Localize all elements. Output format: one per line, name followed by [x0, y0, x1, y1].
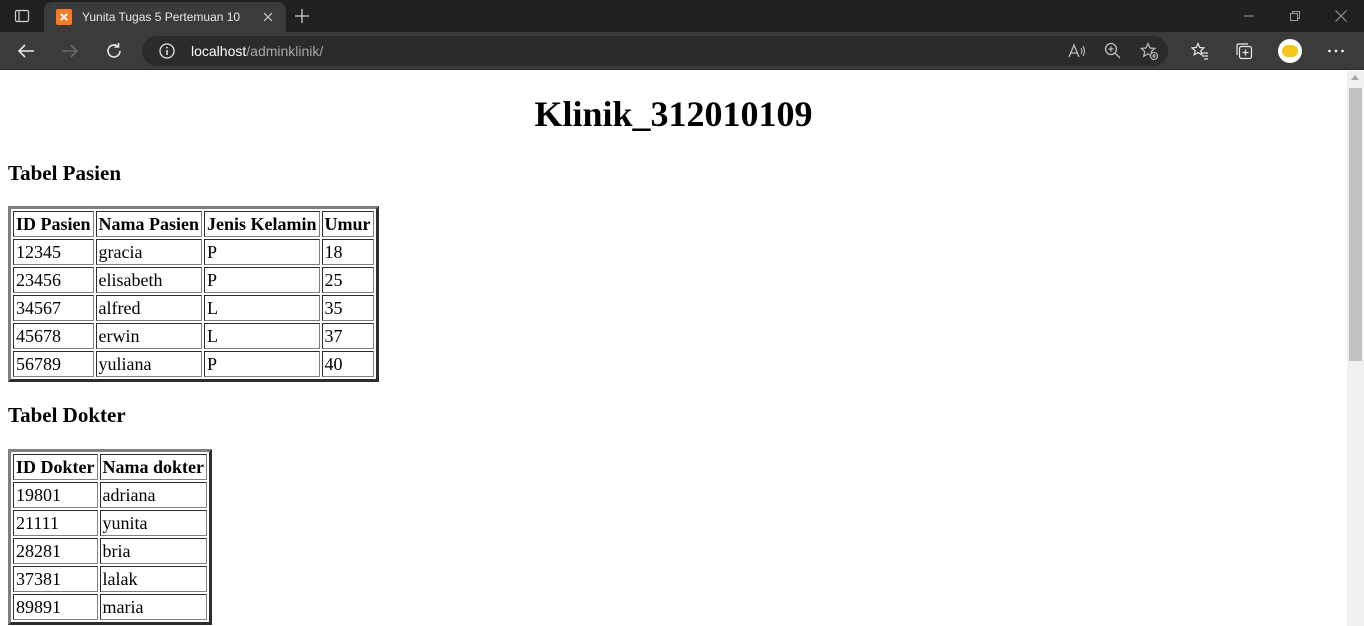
dokter-heading: Tabel Dokter — [8, 403, 126, 427]
page-title: Klinik_312010109 — [534, 94, 813, 134]
collections-icon[interactable] — [1233, 40, 1255, 62]
table-cell: 56789 — [13, 351, 94, 377]
table-row: 89891 maria — [13, 594, 207, 620]
table-header-row: ID Pasien Nama Pasien Jenis Kelamin Umur — [13, 211, 374, 237]
column-header: Nama Pasien — [95, 211, 203, 237]
more-options-icon[interactable] — [1325, 40, 1347, 62]
table-cell: L — [204, 295, 320, 321]
table-cell: yunita — [99, 510, 207, 536]
column-header: ID Dokter — [13, 454, 98, 480]
page-viewport: Klinik_312010109 Tabel Pasien ID Pasien … — [0, 71, 1347, 626]
table-cell: P — [204, 267, 320, 293]
column-header: ID Pasien — [13, 211, 94, 237]
table-row: 23456 elisabeth P 25 — [13, 267, 374, 293]
site-info-icon[interactable] — [158, 42, 176, 60]
url-path: /adminklinik/ — [246, 43, 324, 59]
table-cell: 34567 — [13, 295, 94, 321]
table-cell: lalak — [99, 566, 207, 592]
url-text[interactable]: localhost/adminklinik/ — [191, 43, 323, 59]
restore-icon[interactable] — [1272, 4, 1318, 28]
forward-icon[interactable] — [55, 36, 85, 66]
table-row: 12345 gracia P 18 — [13, 239, 374, 265]
table-cell: 25 — [321, 267, 374, 293]
favorites-icon[interactable] — [1189, 40, 1211, 62]
table-cell: 35 — [321, 295, 374, 321]
table-cell: 19801 — [13, 482, 98, 508]
minimize-icon[interactable] — [1226, 4, 1272, 28]
table-cell: maria — [99, 594, 207, 620]
table-cell: 21111 — [13, 510, 98, 536]
column-header: Jenis Kelamin — [204, 211, 320, 237]
table-cell: erwin — [95, 323, 203, 349]
new-tab-icon[interactable] — [292, 6, 312, 26]
url-host: localhost — [191, 43, 247, 59]
table-cell: 23456 — [13, 267, 94, 293]
table-cell: elisabeth — [95, 267, 203, 293]
tab-strip: Yunita Tugas 5 Pertemuan 10 — [0, 0, 1364, 32]
table-cell: 45678 — [13, 323, 94, 349]
close-window-icon[interactable] — [1318, 4, 1364, 28]
table-row: 34567 alfred L 35 — [13, 295, 374, 321]
table-cell: 37 — [321, 323, 374, 349]
scroll-thumb[interactable] — [1349, 88, 1362, 361]
table-cell: 12345 — [13, 239, 94, 265]
refresh-icon[interactable] — [99, 36, 129, 66]
table-row: 21111 yunita — [13, 510, 207, 536]
back-icon[interactable] — [11, 36, 41, 66]
table-cell: adriana — [99, 482, 207, 508]
pasien-heading: Tabel Pasien — [8, 161, 121, 185]
profile-badge-icon — [1282, 45, 1298, 57]
column-header: Nama dokter — [99, 454, 207, 480]
read-aloud-icon[interactable] — [1067, 41, 1087, 61]
pasien-table: ID Pasien Nama Pasien Jenis Kelamin Umur… — [8, 206, 379, 382]
table-cell: P — [204, 239, 320, 265]
tab-close-icon[interactable] — [260, 9, 276, 25]
xampp-favicon-icon — [56, 9, 72, 25]
table-cell: yuliana — [95, 351, 203, 377]
table-cell: 18 — [321, 239, 374, 265]
table-cell: 28281 — [13, 538, 98, 564]
column-header: Umur — [321, 211, 374, 237]
table-row: 28281 bria — [13, 538, 207, 564]
table-cell: 89891 — [13, 594, 98, 620]
table-row: 45678 erwin L 37 — [13, 323, 374, 349]
table-row: 37381 lalak — [13, 566, 207, 592]
vertical-scrollbar[interactable] — [1347, 71, 1364, 626]
table-cell: P — [204, 351, 320, 377]
add-favorite-icon[interactable] — [1139, 41, 1159, 61]
table-cell: 40 — [321, 351, 374, 377]
table-cell: bria — [99, 538, 207, 564]
active-tab[interactable]: Yunita Tugas 5 Pertemuan 10 — [44, 2, 286, 32]
dokter-table: ID Dokter Nama dokter 19801 adriana 2111… — [8, 449, 212, 625]
table-cell: alfred — [95, 295, 203, 321]
address-bar[interactable]: localhost/adminklinik/ — [142, 36, 1168, 66]
table-cell: gracia — [95, 239, 203, 265]
zoom-icon[interactable] — [1103, 41, 1123, 61]
table-row: 56789 yuliana P 40 — [13, 351, 374, 377]
navigation-toolbar: localhost/adminklinik/ — [0, 32, 1364, 70]
profile-avatar[interactable] — [1278, 39, 1302, 63]
table-header-row: ID Dokter Nama dokter — [13, 454, 207, 480]
tab-actions-icon[interactable] — [6, 4, 38, 28]
scroll-up-icon[interactable] — [1351, 75, 1359, 80]
tab-title: Yunita Tugas 5 Pertemuan 10 — [82, 10, 241, 24]
table-row: 19801 adriana — [13, 482, 207, 508]
table-cell: L — [204, 323, 320, 349]
table-cell: 37381 — [13, 566, 98, 592]
